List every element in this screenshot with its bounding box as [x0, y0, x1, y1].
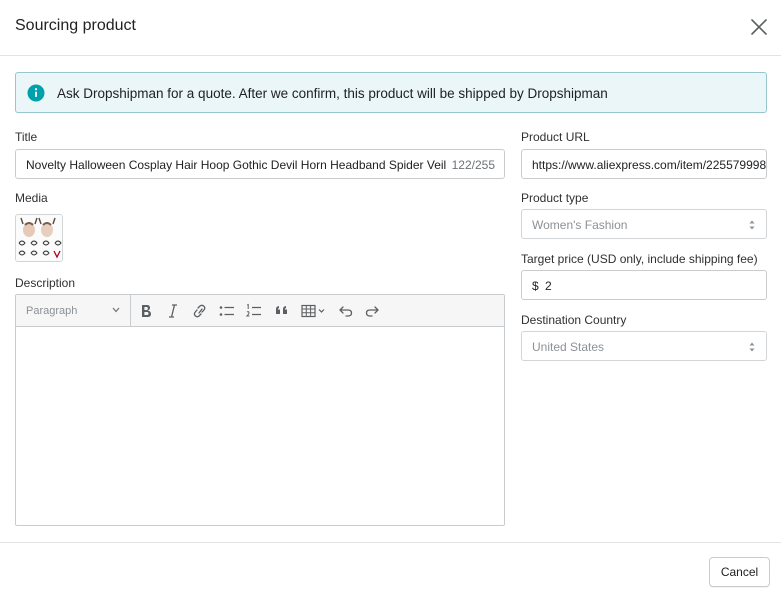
editor-toolbar: Paragraph	[16, 295, 504, 327]
paragraph-format-value: Paragraph	[26, 305, 78, 317]
redo-icon	[365, 306, 379, 317]
title-value: Novelty Halloween Cosplay Hair Hoop Goth…	[26, 158, 446, 172]
media-label: Media	[15, 191, 48, 205]
paragraph-format-select[interactable]: Paragraph	[16, 295, 131, 326]
destination-country-label: Destination Country	[521, 313, 627, 327]
cancel-button[interactable]: Cancel	[709, 557, 770, 587]
undo-icon	[339, 306, 353, 317]
dialog-footer: Cancel	[0, 542, 781, 595]
dialog-header: Sourcing product	[0, 0, 781, 56]
description-content-area[interactable]	[16, 327, 504, 525]
product-url-input[interactable]: https://www.aliexpress.com/item/22557999…	[521, 149, 767, 179]
bold-icon	[142, 305, 151, 317]
blockquote-button[interactable]	[273, 303, 291, 319]
product-type-label: Product type	[521, 191, 589, 205]
bulleted-list-button[interactable]	[218, 303, 236, 319]
info-banner: Ask Dropshipman for a quote. After we co…	[15, 72, 767, 113]
table-button[interactable]	[300, 303, 328, 319]
redo-button[interactable]	[363, 303, 381, 319]
select-arrows-icon	[749, 220, 755, 230]
numbered-list-button[interactable]	[245, 303, 263, 319]
title-input[interactable]: Novelty Halloween Cosplay Hair Hoop Goth…	[15, 149, 505, 179]
dialog-title: Sourcing product	[15, 17, 136, 34]
destination-country-value: United States	[532, 340, 605, 354]
italic-icon	[169, 304, 177, 318]
target-price-input[interactable]: $ 2	[521, 270, 767, 300]
currency-prefix: $	[532, 279, 539, 293]
product-url-value: https://www.aliexpress.com/item/22557999…	[532, 158, 767, 172]
close-button[interactable]	[746, 14, 772, 40]
select-arrows-icon	[749, 342, 755, 352]
undo-button[interactable]	[337, 303, 355, 319]
title-label: Title	[15, 130, 38, 144]
sourcing-product-dialog: Sourcing product Ask Dropshipman for a q…	[0, 0, 781, 595]
product-thumbnail-image	[16, 215, 62, 261]
banner-text: Ask Dropshipman for a quote. After we co…	[57, 86, 608, 101]
numbered-list-icon	[245, 303, 261, 317]
chevron-down-icon	[112, 307, 120, 313]
link-icon	[193, 304, 206, 318]
target-price-label: Target price (USD only, include shipping…	[521, 252, 758, 266]
link-button[interactable]	[191, 303, 209, 319]
info-icon	[27, 84, 45, 102]
product-thumbnail[interactable]	[15, 214, 63, 262]
table-icon	[301, 304, 325, 318]
blockquote-icon	[276, 306, 287, 314]
description-label: Description	[15, 276, 76, 290]
title-char-counter: 122/255	[451, 158, 495, 172]
bulleted-list-icon	[219, 306, 234, 316]
destination-country-select[interactable]: United States	[521, 331, 767, 361]
product-type-value: Women's Fashion	[532, 218, 628, 232]
product-type-select[interactable]: Women's Fashion	[521, 209, 767, 239]
target-price-value: 2	[545, 279, 552, 293]
italic-button[interactable]	[164, 303, 182, 319]
product-url-label: Product URL	[521, 130, 590, 144]
description-editor: Paragraph	[15, 294, 505, 526]
bold-button[interactable]	[137, 303, 155, 319]
close-icon	[751, 19, 767, 35]
